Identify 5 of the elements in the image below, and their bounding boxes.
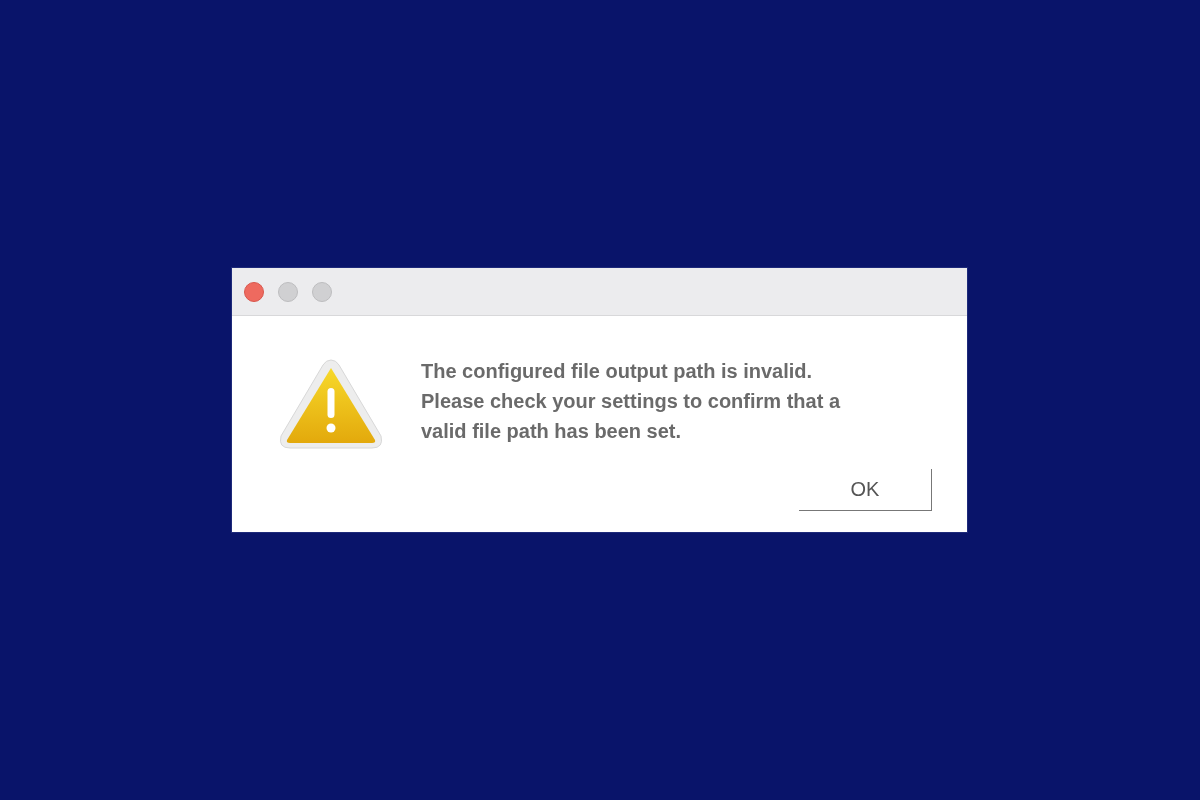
error-message: The configured file output path is invalid. Please check your settings to confirm that a valid file path has been set.	[421, 359, 842, 444]
zoom-button[interactable]	[312, 281, 332, 302]
close-button[interactable]	[244, 281, 264, 302]
ok-button[interactable]: OK	[799, 469, 932, 511]
minimize-button[interactable]	[278, 281, 298, 302]
